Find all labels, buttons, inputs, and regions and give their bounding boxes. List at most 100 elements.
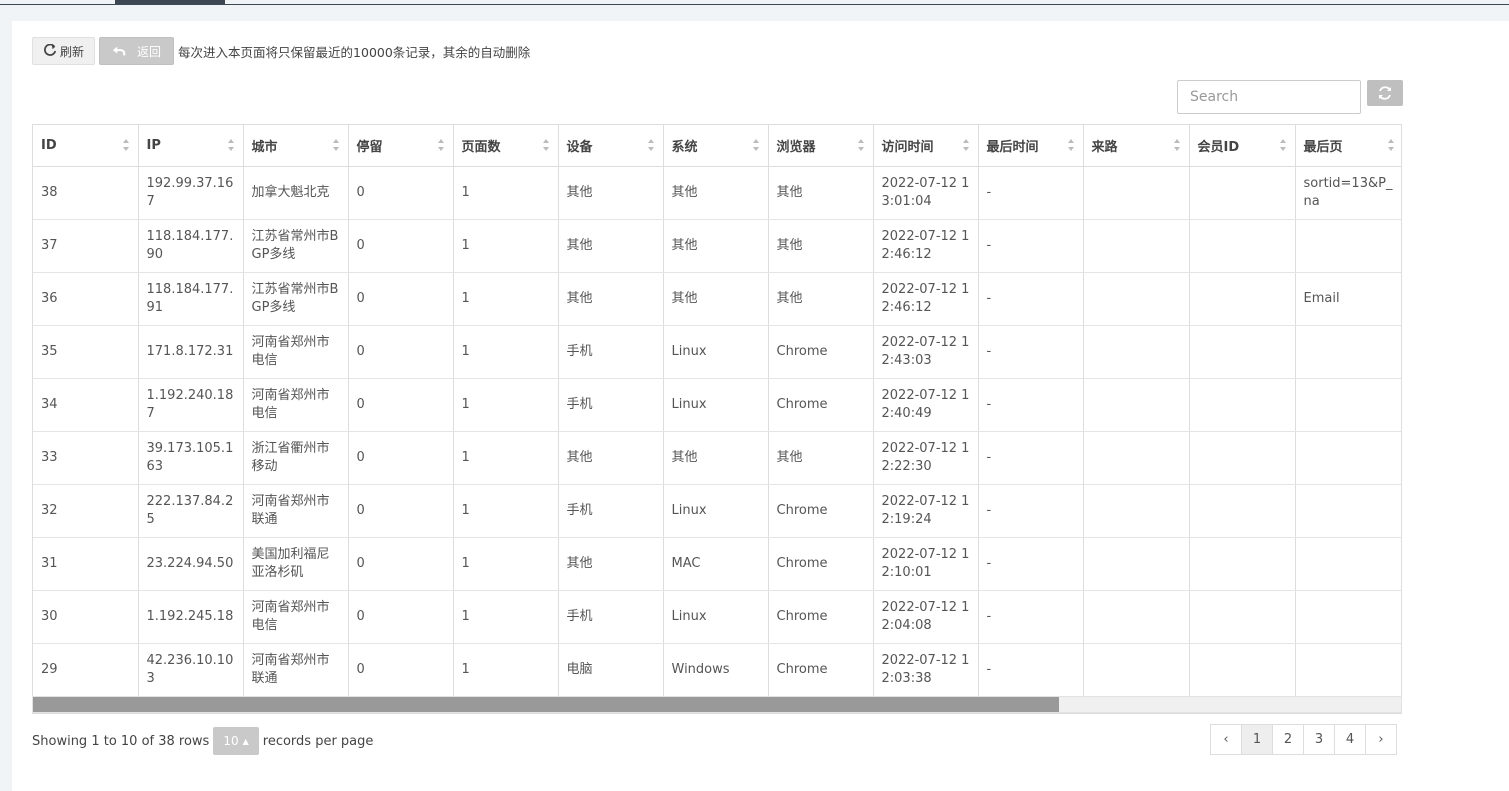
column-header[interactable]: ID [33,125,139,167]
cell-city: 河南省郑州市电信 [243,378,349,432]
cell-page-count: 1 [453,272,559,326]
cell-browser: 其他 [768,272,874,326]
cell-device: 手机 [558,590,664,644]
cell-last-page [1295,537,1401,591]
cell-visit-time: 2022-07-12 12:19:24 [873,484,979,538]
cell-browser: Chrome [768,643,874,697]
caret-up-icon: ▲ [242,736,249,746]
pagination-page-1[interactable]: 1 [1241,724,1273,755]
cell-last-time: - [978,325,1084,379]
column-header[interactable]: 停留 [348,125,454,167]
sort-icon [857,139,864,151]
cell-last-time: - [978,590,1084,644]
page-size-dropdown[interactable]: 10 ▲ [213,727,259,755]
table-row: 31 23.224.94.50 美国加利福尼亚洛杉矶 0 1 其他 MAC Chrome 202… [33,537,1401,591]
showing-rows-text: Showing 1 to 10 of 38 rows [32,733,210,749]
scrollbar-thumb[interactable] [33,697,1059,712]
cell-referer [1083,325,1190,379]
column-header[interactable]: 设备 [558,125,664,167]
cell-city: 河南省郑州市电信 [243,590,349,644]
pagination-next-button[interactable]: › [1365,724,1397,755]
column-header[interactable]: 会员ID [1189,125,1296,167]
cell-last-page: sortid=13&P_na [1295,166,1401,220]
column-header[interactable]: 最后页 [1295,125,1401,167]
horizontal-scrollbar[interactable] [32,696,1402,713]
column-header[interactable]: 来路 [1083,125,1190,167]
active-tab-indicator[interactable] [115,0,225,5]
cell-last-page [1295,484,1401,538]
cell-os: Windows [663,643,769,697]
search-area [1177,80,1403,114]
column-header-label: 访问时间 [881,139,934,155]
refresh-button[interactable]: 刷新 [32,37,96,65]
cell-last-time: - [978,643,1084,697]
column-header[interactable]: 访问时间 [873,125,979,167]
cell-referer [1083,643,1190,697]
sort-icon [437,139,444,151]
pagination-page-3[interactable]: 3 [1303,724,1335,755]
cell-page-count: 1 [453,219,559,273]
cell-stay: 0 [348,484,454,538]
cell-member-id [1189,272,1296,326]
cell-referer [1083,272,1190,326]
cell-last-time: - [978,537,1084,591]
cell-browser: 其他 [768,219,874,273]
sort-icon [1279,139,1286,151]
column-header-label: IP [146,137,161,153]
cell-last-time: - [978,378,1084,432]
table-row: 36 118.184.177.91 江苏省常州市BGP多线 0 1 其他 其他 其他 2022-… [33,272,1401,326]
column-header[interactable]: 城市 [243,125,349,167]
refresh-icon [1379,86,1391,100]
cell-os: 其他 [663,219,769,273]
cell-city: 江苏省常州市BGP多线 [243,219,349,273]
cell-stay: 0 [348,643,454,697]
cell-visit-time: 2022-07-12 13:01:04 [873,166,979,220]
cell-last-page [1295,219,1401,273]
pagination-prev-button[interactable]: ‹ [1210,724,1242,755]
column-header-label: 会员ID [1197,139,1240,155]
cell-stay: 0 [348,219,454,273]
cell-last-page [1295,431,1401,485]
cell-referer [1083,484,1190,538]
cell-referer [1083,537,1190,591]
column-header-label: 浏览器 [776,139,816,155]
visit-log-table-container[interactable]: ID IP 城市 停留 页面数 设备 系统 浏览器 访问时间 最后时间 来路 会员ID 最后页 38 19… [32,124,1402,714]
cell-page-count: 1 [453,537,559,591]
cell-device: 其他 [558,431,664,485]
search-input[interactable] [1177,80,1361,114]
pagination-page-2[interactable]: 2 [1272,724,1304,755]
cell-member-id [1189,431,1296,485]
cell-ip: 39.173.105.163 [138,431,244,485]
back-button[interactable]: 返回 [99,37,175,65]
cell-os: Linux [663,378,769,432]
table-row: 34 1.192.240.187 河南省郑州市电信 0 1 手机 Linux Chrome 20… [33,378,1401,432]
table-row: 32 222.137.84.25 河南省郑州市联通 0 1 手机 Linux Chrome 20… [33,484,1401,538]
cell-last-page [1295,590,1401,644]
column-header[interactable]: 系统 [663,125,769,167]
cell-stay: 0 [348,590,454,644]
cell-browser: Chrome [768,484,874,538]
column-header[interactable]: 最后时间 [978,125,1084,167]
cell-member-id [1189,166,1296,220]
column-header[interactable]: 浏览器 [768,125,874,167]
table-refresh-button[interactable] [1367,80,1403,106]
table-row: 33 39.173.105.163 浙江省衢州市移动 0 1 其他 其他 其他 2022-07-… [33,431,1401,485]
cell-device: 电脑 [558,643,664,697]
column-header-label: 停留 [356,139,383,155]
cell-os: Linux [663,325,769,379]
pagination-page-4[interactable]: 4 [1334,724,1366,755]
cell-id: 31 [33,537,139,591]
cell-browser: Chrome [768,590,874,644]
cell-ip: 1.192.240.187 [138,378,244,432]
sort-icon [962,139,969,151]
column-header-label: 设备 [566,139,593,155]
cell-id: 30 [33,590,139,644]
column-header[interactable]: 页面数 [453,125,559,167]
cell-member-id [1189,484,1296,538]
cell-id: 37 [33,219,139,273]
sort-icon [227,139,234,151]
cell-os: 其他 [663,431,769,485]
cell-page-count: 1 [453,643,559,697]
cell-browser: Chrome [768,378,874,432]
column-header[interactable]: IP [138,125,244,167]
